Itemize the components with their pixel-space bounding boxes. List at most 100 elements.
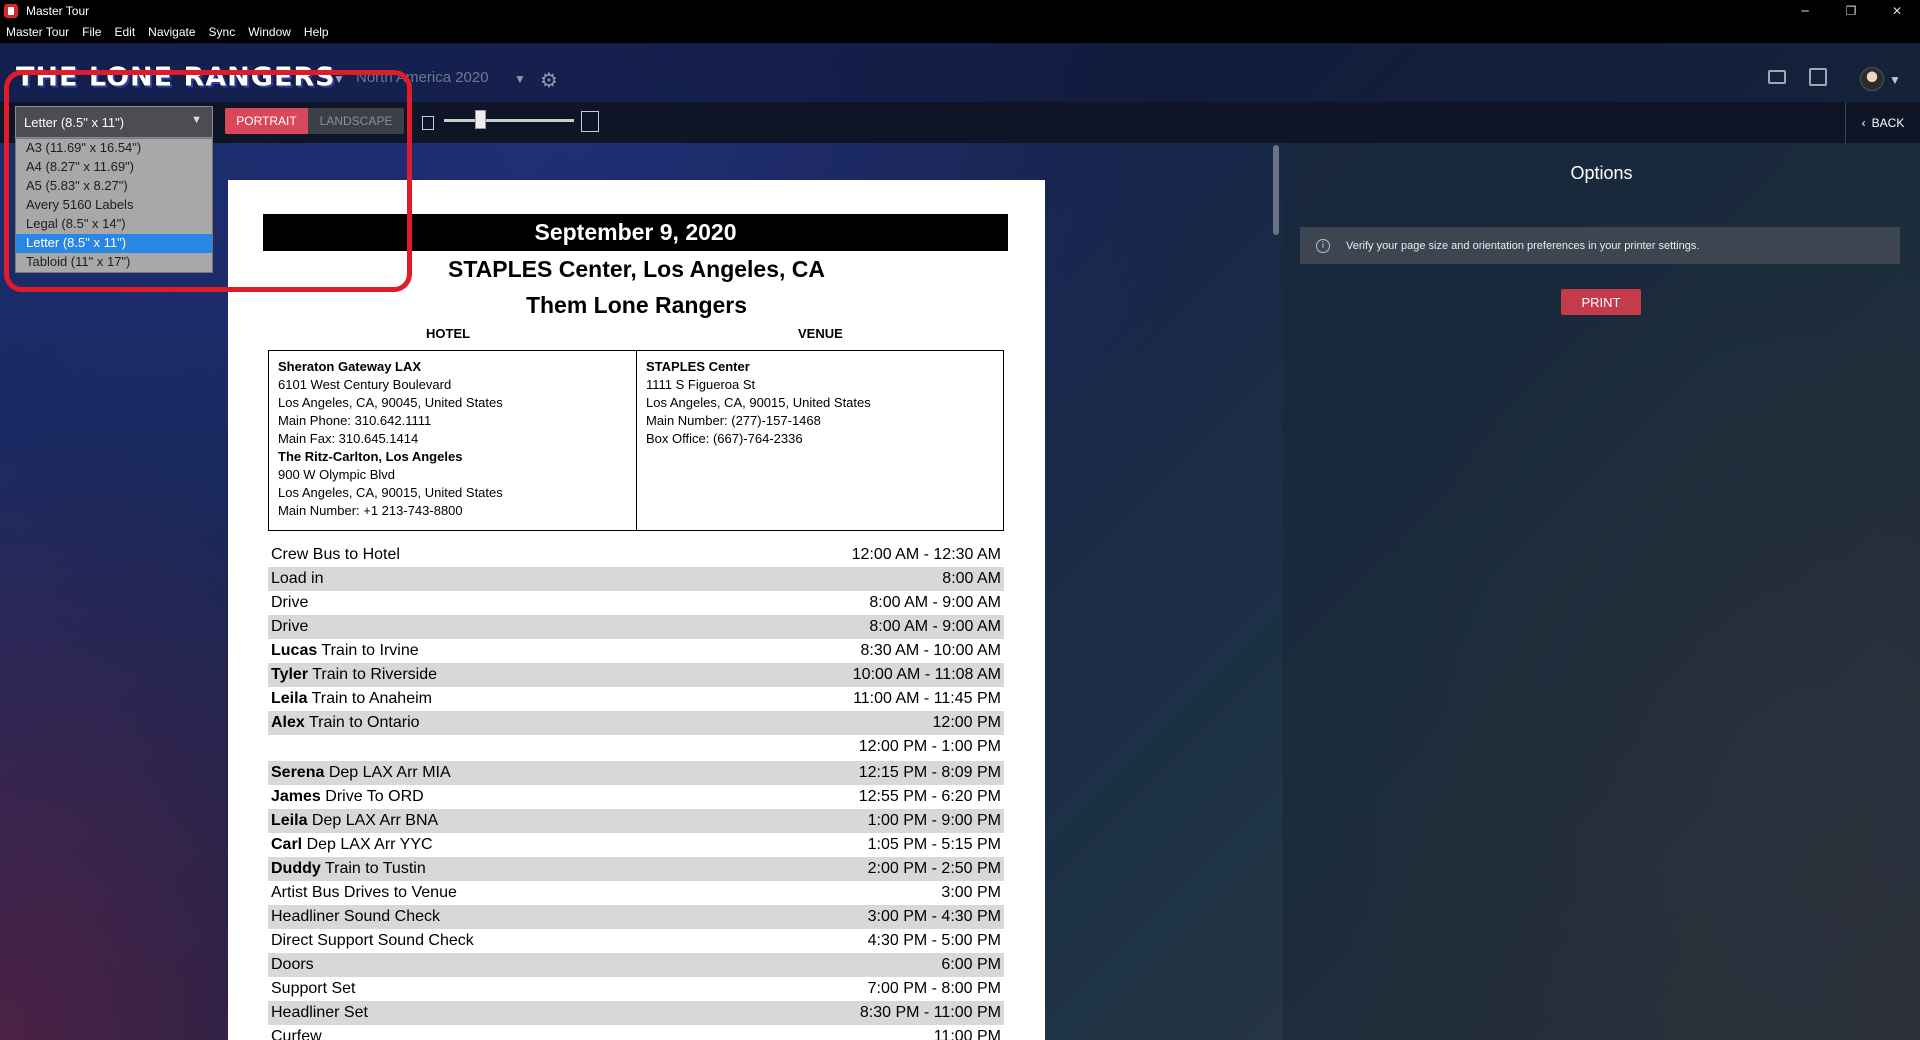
schedule-person: Lucas [271,642,318,659]
schedule-row: Drive 8:00 AM - 9:00 AM [268,591,1004,615]
hotel-venue-box: Sheraton Gateway LAX 6101 West Century Bo… [268,350,1004,531]
menu-edit[interactable]: Edit [114,25,135,39]
schedule-activity: Artist Bus Drives to Venue [271,884,457,901]
sheet-band: Them Lone Rangers [525,292,748,318]
tour-selector[interactable]: North America 2020 [356,69,489,86]
zoom-slider-thumb[interactable] [475,110,487,129]
menu-navigate[interactable]: Navigate [148,25,195,39]
menu-window[interactable]: Window [248,25,291,39]
window-title: Master Tour [26,3,90,18]
schedule-person: Serena [271,764,325,781]
chevron-down-icon[interactable]: ▼ [514,72,526,86]
schedule-row: Lucas Train to Irvine 8:30 AM - 10:00 AM [268,639,1004,663]
minimize-icon[interactable]: ─ [1782,0,1828,21]
page-size-option[interactable]: A5 (5.83" x 8.27") [16,177,212,196]
page-size-option[interactable]: A4 (8.27" x 11.69") [16,158,212,177]
close-icon[interactable]: ✕ [1874,0,1920,21]
schedule-item: Leila Dep LAX Arr BNA [271,812,438,830]
schedule-time: 12:00 PM [932,714,1001,731]
hotel-line: The Ritz-Carlton, Los Angeles [278,449,463,464]
print-button[interactable]: PRINT [1561,289,1641,315]
schedule-row: Drive 8:00 AM - 9:00 AM [268,615,1004,639]
menu-bar: Master Tour File Edit Navigate Sync Wind… [0,21,1920,43]
schedule-row: James Drive To ORD 12:55 PM - 6:20 PM [268,785,1004,809]
schedule-item: Lucas Train to Irvine [271,642,419,660]
schedule-list: Crew Bus to Hotel 12:00 AM - 12:30 AM Load… [268,543,1004,1040]
schedule-time: 6:00 PM [941,956,1001,973]
page-size-option[interactable]: Tabloid (11" x 17") [16,253,212,272]
hotel-line: Los Angeles, CA, 90045, United States [278,395,503,410]
calendar-icon[interactable] [1809,68,1827,86]
zoom-slider[interactable] [444,119,574,122]
back-button[interactable]: ‹ BACK [1845,102,1920,143]
large-page-icon [581,111,599,132]
schedule-item: Load in [271,570,324,588]
schedule-item: Support Set [271,980,356,998]
schedule-item: Duddy Train to Tustin [271,860,426,878]
schedule-time: 8:30 PM - 11:00 PM [859,1004,1001,1021]
menu-master-tour[interactable]: Master Tour [6,25,69,39]
options-title: Options [1570,163,1633,183]
preview-scrollbar[interactable] [1273,145,1279,235]
schedule-item: Artist Bus Drives to Venue [271,884,457,902]
schedule-row: Headliner Set 8:30 PM - 11:00 PM [268,1001,1004,1025]
portrait-button[interactable]: PORTRAIT [225,108,308,134]
schedule-time: 4:30 PM - 5:00 PM [867,932,1001,949]
schedule-row: Tyler Train to Riverside 10:00 AM - 11:08… [268,663,1004,687]
schedule-activity: Drive To ORD [325,788,424,805]
page-size-option[interactable]: Letter (8.5" x 11") [16,234,212,253]
schedule-time: 8:00 AM [942,570,1001,587]
venue-line: Los Angeles, CA, 90015, United States [646,395,871,410]
gear-icon[interactable]: ⚙ [540,68,558,92]
contact-card-icon[interactable] [1768,70,1786,84]
schedule-row: Alex Train to Ontario 12:00 PM [268,711,1004,735]
user-avatar[interactable] [1860,67,1884,91]
hotel-line: 6101 West Century Boulevard [278,377,452,392]
schedule-time: 12:15 PM - 8:09 PM [858,764,1001,781]
venue-line: Box Office: (667)-764-2336 [646,431,803,446]
schedule-item: Drive [271,618,308,636]
schedule-row: Carl Dep LAX Arr YYC 1:05 PM - 5:15 PM [268,833,1004,857]
schedule-item: Serena Dep LAX Arr MIA [271,764,451,782]
schedule-item: Carl Dep LAX Arr YYC [271,836,433,854]
schedule-row: 12:00 PM - 1:00 PM [268,735,1004,759]
schedule-time: 11:00 AM - 11:45 PM [853,690,1001,707]
venue-line: 1111 S Figueroa St [646,377,756,392]
printer-info-text: Verify your page size and orientation pr… [1346,239,1700,252]
band-logo[interactable]: THE LONE RANGERS [16,63,336,92]
restore-icon[interactable]: ❐ [1828,0,1874,21]
schedule-time: 10:00 AM - 11:08 AM [852,666,1001,683]
schedule-time: 3:00 PM [941,884,1001,901]
schedule-activity: Curfew [271,1028,322,1040]
schedule-row: Leila Dep LAX Arr BNA 1:00 PM - 9:00 PM [268,809,1004,833]
schedule-item: Alex Train to Ontario [271,714,420,732]
schedule-row: Load in 8:00 AM [268,567,1004,591]
schedule-activity: Doors [271,956,314,973]
info-icon: i [1316,238,1330,253]
schedule-person: Leila [271,812,308,829]
schedule-activity: Dep LAX Arr YYC [306,836,433,853]
schedule-row: Direct Support Sound Check 4:30 PM - 5:00… [268,929,1004,953]
menu-help[interactable]: Help [304,25,329,39]
landscape-button[interactable]: LANDSCAPE [308,108,404,134]
page-size-option[interactable]: Avery 5160 Labels [16,196,212,215]
day-sheet-page: September 9, 2020 STAPLES Center, Los An… [228,180,1045,1040]
schedule-person: Carl [271,836,303,853]
menu-sync[interactable]: Sync [209,25,236,39]
hotel-line: Sheraton Gateway LAX [278,359,422,374]
page-size-option[interactable]: Legal (8.5" x 14") [16,215,212,234]
schedule-activity: Headliner Sound Check [271,908,440,925]
schedule-activity: Train to Riverside [312,666,437,683]
venue-line: STAPLES Center [646,359,750,374]
chevron-down-icon[interactable]: ▼ [1889,73,1901,87]
menu-file[interactable]: File [82,25,101,39]
page-size-dropdown: A3 (11.69" x 16.54") A4 (8.27" x 11.69") A… [15,138,213,273]
schedule-activity: Train to Anaheim [311,690,432,707]
schedule-item: Headliner Set [271,1004,368,1022]
schedule-time: 12:00 AM - 12:30 AM [851,546,1001,563]
page-size-option[interactable]: A3 (11.69" x 16.54") [16,139,212,158]
page-size-select[interactable]: Letter (8.5" x 11") ▼ [15,106,213,138]
schedule-row: Artist Bus Drives to Venue 3:00 PM [268,881,1004,905]
title-bar: Master Tour ─ ❐ ✕ [0,0,1920,21]
chevron-down-icon[interactable]: ▼ [333,72,345,86]
